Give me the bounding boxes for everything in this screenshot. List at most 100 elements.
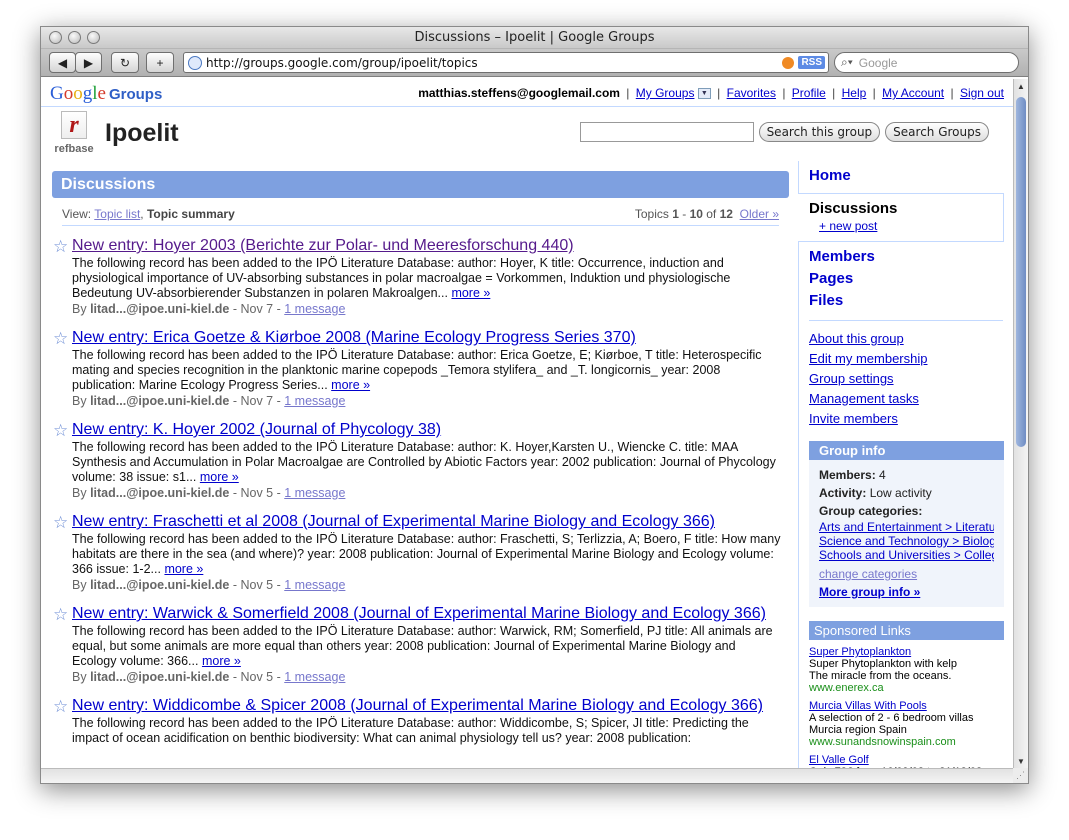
topic-title-link[interactable]: New entry: Widdicombe & Spicer 2008 (Jou… xyxy=(72,696,789,715)
forward-button[interactable]: ▶ xyxy=(75,52,102,73)
minimize-window-button[interactable] xyxy=(68,31,81,44)
more-group-info-link[interactable]: More group info » xyxy=(819,585,920,599)
topic-item: ☆ New entry: Hoyer 2003 (Berichte zur Pol… xyxy=(52,236,789,318)
reload-button[interactable]: ↻ xyxy=(111,52,139,73)
vertical-scrollbar[interactable]: ▲ ▼ xyxy=(1013,79,1028,769)
my-account-link[interactable]: My Account xyxy=(882,86,944,100)
topic-date: Nov 7 xyxy=(240,394,274,408)
search-placeholder: Google xyxy=(858,55,898,70)
topic-author: litad...@ipoe.uni-kiel.de xyxy=(90,486,230,500)
google-groups-logo[interactable]: Google Groups xyxy=(50,83,162,105)
scroll-thumb[interactable] xyxy=(1016,97,1026,447)
sponsored-heading: Sponsored Links xyxy=(809,621,1004,640)
message-count-link[interactable]: 1 message xyxy=(284,302,345,316)
about-group-link[interactable]: About this group xyxy=(798,329,1014,349)
sidebar-item-members[interactable]: Members xyxy=(809,246,1014,268)
group-logo[interactable]: r refbase xyxy=(51,111,97,157)
sign-out-link[interactable]: Sign out xyxy=(960,86,1004,100)
search-groups-button[interactable]: Search Groups xyxy=(885,122,989,142)
google-topbar: Google Groups matthias.steffens@googlemai… xyxy=(41,79,1014,107)
group-search-input[interactable] xyxy=(579,122,754,142)
message-count-link[interactable]: 1 message xyxy=(284,394,345,408)
message-count-link[interactable]: 1 message xyxy=(284,486,345,500)
globe-icon xyxy=(188,55,202,70)
star-icon[interactable]: ☆ xyxy=(53,237,68,257)
category-link[interactable]: Arts and Entertainment > Literature xyxy=(819,520,994,534)
ad-url[interactable]: www.sunandsnowinspain.com xyxy=(809,736,1004,748)
topic-title-link[interactable]: New entry: Hoyer 2003 (Berichte zur Pola… xyxy=(72,236,789,255)
scroll-up-icon[interactable]: ▲ xyxy=(1017,82,1025,91)
profile-link[interactable]: Profile xyxy=(792,86,826,100)
topic-snippet: The following record has been added to t… xyxy=(72,440,782,485)
sidebar-item-home[interactable]: Home xyxy=(809,165,1014,187)
topic-item: ☆ New entry: Fraschetti et al 2008 (Journ… xyxy=(52,512,789,594)
help-link[interactable]: Help xyxy=(842,86,867,100)
category-link[interactable]: Science and Technology > Biology xyxy=(819,534,994,548)
category-link[interactable]: Schools and Universities > Colleges xyxy=(819,548,994,562)
search-this-group-button[interactable]: Search this group xyxy=(758,122,881,142)
message-count-link[interactable]: 1 message xyxy=(284,670,345,684)
favorites-link[interactable]: Favorites xyxy=(727,86,776,100)
zoom-window-button[interactable] xyxy=(87,31,100,44)
more-link[interactable]: more » xyxy=(331,378,370,392)
ad-text: Murcia region Spain xyxy=(809,724,907,736)
rss-button[interactable]: RSS xyxy=(798,56,825,69)
star-icon[interactable]: ☆ xyxy=(53,697,68,717)
message-count-link[interactable]: 1 message xyxy=(284,578,345,592)
new-post-link[interactable]: + new post xyxy=(819,219,877,233)
more-link[interactable]: more » xyxy=(202,654,241,668)
ad-title-link[interactable]: Super Phytoplankton xyxy=(809,646,911,658)
refbase-caption: refbase xyxy=(54,143,94,155)
my-groups-link[interactable]: My Groups xyxy=(636,86,695,100)
topic-title-link[interactable]: New entry: K. Hoyer 2002 (Journal of Phy… xyxy=(72,420,789,439)
ad-title-link[interactable]: El Valle Golf xyxy=(809,754,869,766)
group-info-heading: Group info xyxy=(809,441,1004,460)
topic-author: litad...@ipoe.uni-kiel.de xyxy=(90,578,230,592)
ad-url[interactable]: www.enerex.ca xyxy=(809,682,1004,694)
star-icon[interactable]: ☆ xyxy=(53,513,68,533)
topic-author: litad...@ipoe.uni-kiel.de xyxy=(90,670,230,684)
members-label: Members: xyxy=(819,468,876,482)
older-link[interactable]: Older » xyxy=(740,207,779,221)
star-icon[interactable]: ☆ xyxy=(53,329,68,349)
reload-page-icon[interactable] xyxy=(782,56,795,69)
resize-grip-icon[interactable]: ⋰ xyxy=(1013,768,1028,783)
topic-meta: By litad...@ipoe.uni-kiel.de - Nov 7 - 1… xyxy=(72,394,346,408)
star-icon[interactable]: ☆ xyxy=(53,421,68,441)
topic-list-link[interactable]: Topic list xyxy=(94,207,140,221)
invite-members-link[interactable]: Invite members xyxy=(798,409,1014,429)
forward-arrow-icon: ▶ xyxy=(83,55,94,70)
topic-item: ☆ New entry: K. Hoyer 2002 (Journal of Ph… xyxy=(52,420,789,502)
topic-title-link[interactable]: New entry: Erica Goetze & Kiørboe 2008 (… xyxy=(72,328,789,347)
topic-date: Nov 7 xyxy=(240,302,274,316)
ad-title-link[interactable]: Murcia Villas With Pools xyxy=(809,700,927,712)
management-tasks-link[interactable]: Management tasks xyxy=(798,389,1014,409)
sidebar-item-pages[interactable]: Pages xyxy=(809,268,1014,290)
topic-snippet: The following record has been added to t… xyxy=(72,348,782,393)
ad-text: A selection of 2 - 6 bedroom villas xyxy=(809,712,974,724)
star-icon[interactable]: ☆ xyxy=(53,605,68,625)
by-label: By xyxy=(72,486,87,500)
address-bar[interactable]: http://groups.google.com/group/ipoelit/t… xyxy=(183,52,829,73)
change-categories-link[interactable]: change categories xyxy=(819,565,994,583)
back-button[interactable]: ◀ xyxy=(49,52,76,73)
topic-title-link[interactable]: New entry: Fraschetti et al 2008 (Journa… xyxy=(72,512,789,531)
my-groups-dropdown-icon[interactable]: ▼ xyxy=(697,88,711,100)
close-window-button[interactable] xyxy=(49,31,62,44)
topic-meta: By litad...@ipoe.uni-kiel.de - Nov 5 - 1… xyxy=(72,670,346,684)
more-link[interactable]: more » xyxy=(451,286,490,300)
sidebar-item-discussions[interactable]: Discussions + new post xyxy=(798,193,1004,242)
categories-label: Group categories: xyxy=(819,504,923,518)
topic-title-link[interactable]: New entry: Warwick & Somerfield 2008 (Jo… xyxy=(72,604,789,623)
sidebar-item-files[interactable]: Files xyxy=(809,290,1014,312)
group-settings-link[interactable]: Group settings xyxy=(798,369,1014,389)
add-bookmark-button[interactable]: + xyxy=(146,52,174,73)
edit-membership-link[interactable]: Edit my membership xyxy=(798,349,1014,369)
topic-list: ☆ New entry: Hoyer 2003 (Berichte zur Pol… xyxy=(52,236,789,746)
browser-search-field[interactable]: ⌕▾ Google xyxy=(834,52,1019,73)
more-link[interactable]: more » xyxy=(200,470,239,484)
status-bar xyxy=(41,768,1014,783)
window-title: Discussions – Ipoelit | Google Groups xyxy=(414,30,655,45)
more-link[interactable]: more » xyxy=(164,562,203,576)
scroll-down-icon[interactable]: ▼ xyxy=(1017,757,1025,766)
